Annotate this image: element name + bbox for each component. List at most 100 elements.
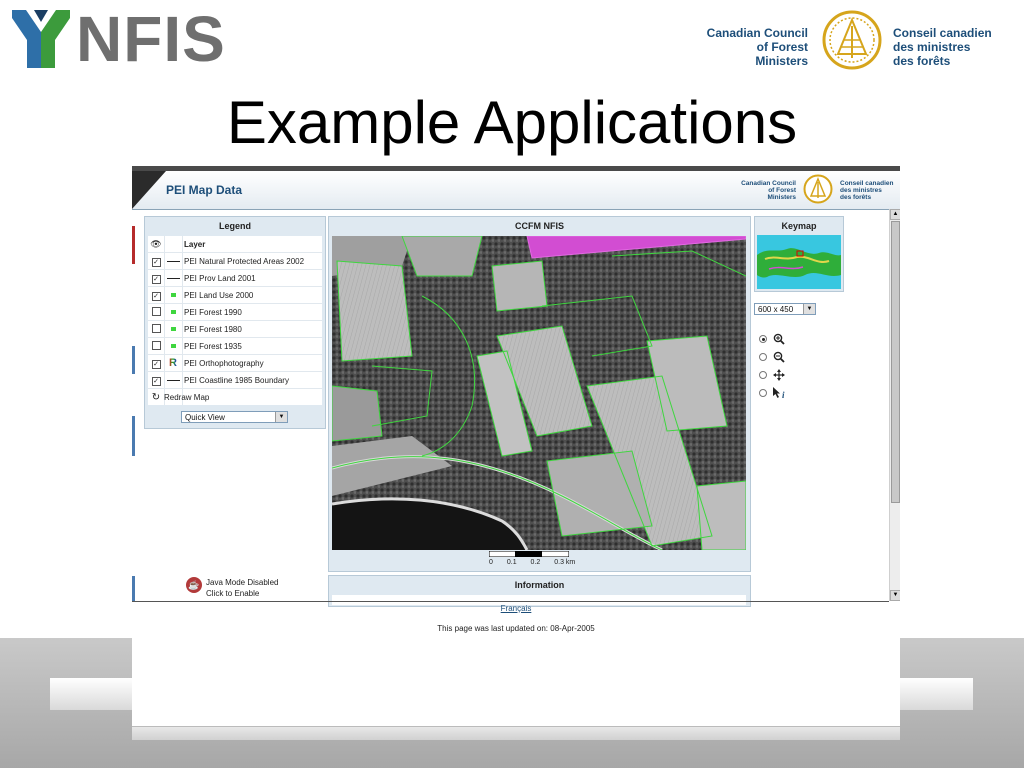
line-symbol-icon xyxy=(164,379,182,381)
map-canvas[interactable] xyxy=(332,236,746,550)
ccfm-english-name: Canadian Council of Forest Ministers xyxy=(680,26,808,68)
layer-visibility-checkbox[interactable] xyxy=(148,306,164,318)
ccfm-fr-line: Conseil canadien xyxy=(893,26,992,40)
left-edge-markers xyxy=(132,226,135,601)
scale-label: 0 xyxy=(489,559,493,566)
map-size-select[interactable]: 600 x 450 ▼ xyxy=(754,303,816,315)
tool-zoom-in[interactable] xyxy=(759,332,785,346)
layer-visibility-checkbox[interactable]: ✓ xyxy=(148,358,164,369)
legend-layer-row: ✓ PEI Natural Protected Areas 2002 xyxy=(148,253,322,270)
fill-symbol-icon xyxy=(164,344,182,348)
java-enable-link[interactable]: Click to Enable xyxy=(206,588,278,599)
quick-view-select[interactable]: Quick View ▼ xyxy=(181,411,288,423)
last-updated-text: This page was last updated on: 08-Apr-20… xyxy=(437,624,595,633)
footer-divider xyxy=(132,601,889,602)
scrollbar-thumb[interactable] xyxy=(891,221,900,503)
chevron-down-icon: ▼ xyxy=(275,412,287,422)
scale-bar xyxy=(489,551,569,557)
legend-layer-name: PEI Coastline 1985 Boundary xyxy=(184,375,289,385)
pan-icon xyxy=(773,369,785,381)
scale-labels: 0 0.1 0.2 0.3 km xyxy=(489,559,587,566)
header-seal-icon xyxy=(803,174,833,204)
ccfm-en-line: of Forest xyxy=(756,40,808,54)
legend-layer-row: PEI Forest 1980 xyxy=(148,321,322,338)
language-link[interactable]: Français xyxy=(132,604,900,613)
scroll-up-arrow-icon[interactable]: ▲ xyxy=(890,209,900,220)
tool-radio[interactable] xyxy=(759,335,767,343)
java-status-label: Java Mode Disabled xyxy=(206,578,279,587)
header-en-line: Ministers xyxy=(767,194,796,201)
ccfm-fr-line: des forêts xyxy=(893,54,951,68)
nfis-emblem-icon xyxy=(12,10,70,68)
legend-layer-name: PEI Forest 1990 xyxy=(184,307,242,317)
header-fr-line: Conseil canadien xyxy=(840,180,894,187)
header-fr-line: des ministres xyxy=(840,187,882,194)
tool-radio[interactable] xyxy=(759,353,767,361)
header-fr-line: des forêts xyxy=(840,194,872,201)
map-tools: i xyxy=(754,332,814,402)
line-symbol-icon xyxy=(164,260,182,262)
keymap-panel: Keymap xyxy=(754,216,844,292)
app-bottom-bar xyxy=(132,726,900,740)
map-panel: CCFM NFIS 0 0.1 0.2 0.3 km xyxy=(328,216,751,572)
legend-layer-name: PEI Land Use 2000 xyxy=(184,290,254,300)
redraw-map-label: Redraw Map xyxy=(164,392,210,402)
ccfm-en-line: Canadian Council xyxy=(706,26,808,40)
tool-identify[interactable]: i xyxy=(759,386,787,400)
app-header-wedge xyxy=(132,171,166,209)
scale-label: 0.1 xyxy=(506,559,517,566)
chevron-down-icon: ▼ xyxy=(803,304,815,314)
header-en-line: Canadian Council xyxy=(741,180,796,187)
legend-layer-row: ✓ PEI Prov Land 2001 xyxy=(148,270,322,287)
legend-header-row: 👁 Layer xyxy=(148,236,322,253)
layer-visibility-checkbox[interactable]: ✓ xyxy=(148,256,164,267)
ccfm-fr-line: des ministres xyxy=(893,40,971,54)
svg-text:i: i xyxy=(782,390,785,399)
zoom-in-icon xyxy=(773,333,785,345)
layer-visibility-checkbox[interactable] xyxy=(148,340,164,352)
legend-layer-row: PEI Forest 1935 xyxy=(148,338,322,355)
raster-symbol-icon: R xyxy=(169,357,177,369)
legend-layer-name: PEI Forest 1980 xyxy=(184,324,242,334)
java-mode-text: Java Mode Disabled Click to Enable xyxy=(206,577,278,599)
nfis-logo-text: NFIS xyxy=(76,3,226,75)
tool-pan[interactable] xyxy=(759,368,785,382)
tool-radio[interactable] xyxy=(759,389,767,397)
layer-visibility-checkbox[interactable]: ✓ xyxy=(148,273,164,284)
vertical-scrollbar[interactable]: ▲ ▼ xyxy=(889,209,900,601)
scroll-down-arrow-icon[interactable]: ▼ xyxy=(890,590,900,601)
java-icon: ☕ xyxy=(186,577,202,593)
legend-layer-name: PEI Natural Protected Areas 2002 xyxy=(184,256,305,266)
java-mode-toggle[interactable]: ☕ Java Mode Disabled Click to Enable xyxy=(186,577,278,599)
fill-symbol-icon xyxy=(164,310,182,314)
legend-layer-name: PEI Forest 1935 xyxy=(184,341,242,351)
scale-label: 0.2 xyxy=(530,559,541,566)
header-en-line: of Forest xyxy=(768,187,796,194)
legend-layer-name: PEI Orthophotography xyxy=(184,358,264,368)
zoom-out-icon xyxy=(773,351,785,363)
ccfm-seal-icon xyxy=(822,10,882,70)
tool-radio[interactable] xyxy=(759,371,767,379)
slide-title: Example Applications xyxy=(226,89,798,156)
layer-visibility-checkbox[interactable]: ✓ xyxy=(148,290,164,301)
keymap-thumbnail[interactable] xyxy=(757,235,841,289)
legend-layer-column-header: Layer xyxy=(184,239,206,249)
fill-symbol-icon xyxy=(164,327,182,331)
tool-zoom-out[interactable] xyxy=(759,350,785,364)
keymap-title: Keymap xyxy=(781,221,817,231)
line-symbol-icon xyxy=(164,277,182,279)
legend-panel: Legend 👁 Layer ✓ PEI Natural Protected Ar… xyxy=(144,216,326,429)
legend-table: 👁 Layer ✓ PEI Natural Protected Areas 200… xyxy=(148,236,322,405)
fill-symbol-icon xyxy=(164,293,182,297)
redraw-map-button[interactable]: ↻ Redraw Map xyxy=(148,389,322,405)
legend-layer-row: ✓ PEI Land Use 2000 xyxy=(148,287,322,304)
layer-visibility-checkbox[interactable] xyxy=(148,323,164,335)
quick-view-value: Quick View xyxy=(185,413,225,422)
eye-icon: 👁 xyxy=(150,238,162,249)
map-panel-title: CCFM NFIS xyxy=(515,221,564,231)
legend-layer-row: ✓ PEI Coastline 1985 Boundary xyxy=(148,372,322,389)
app-title: PEI Map Data xyxy=(166,183,243,197)
layer-visibility-checkbox[interactable]: ✓ xyxy=(148,375,164,386)
orthophoto-map xyxy=(332,236,746,550)
ccfm-en-line: Ministers xyxy=(755,54,808,68)
